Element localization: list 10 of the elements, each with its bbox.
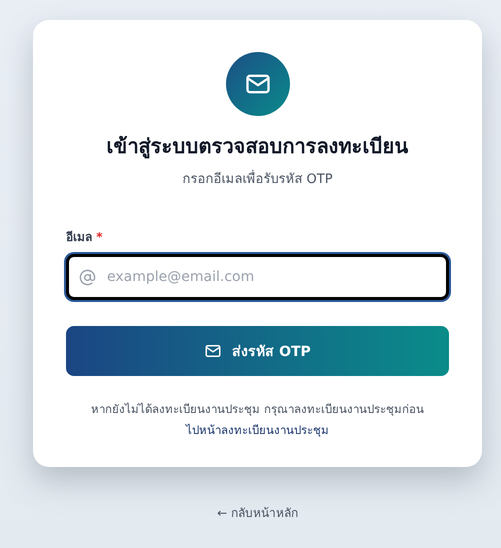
register-note: หากยังไม่ได้ลงทะเบียนงานประชุม กรุณาลงทะเบียนงานประชุมก่อน <box>91 401 424 418</box>
at-sign-icon <box>79 269 96 286</box>
field-label: อีเมล * <box>66 229 102 246</box>
register-link[interactable]: ไปหน้าลงทะเบียนงานประชุม <box>186 421 329 439</box>
envelope-icon <box>204 342 222 360</box>
email-field[interactable]: example@email.com <box>66 254 449 300</box>
back-home-link[interactable]: ← กลับหน้าหลัก <box>217 503 298 522</box>
subtitle: กรอกอีเมลเพื่อรับรหัส OTP <box>182 168 333 189</box>
send-otp-button[interactable]: ส่งรหัส OTP <box>66 326 449 376</box>
page-title: เข้าสู่ระบบตรวจสอบการลงทะเบียน <box>106 133 408 160</box>
